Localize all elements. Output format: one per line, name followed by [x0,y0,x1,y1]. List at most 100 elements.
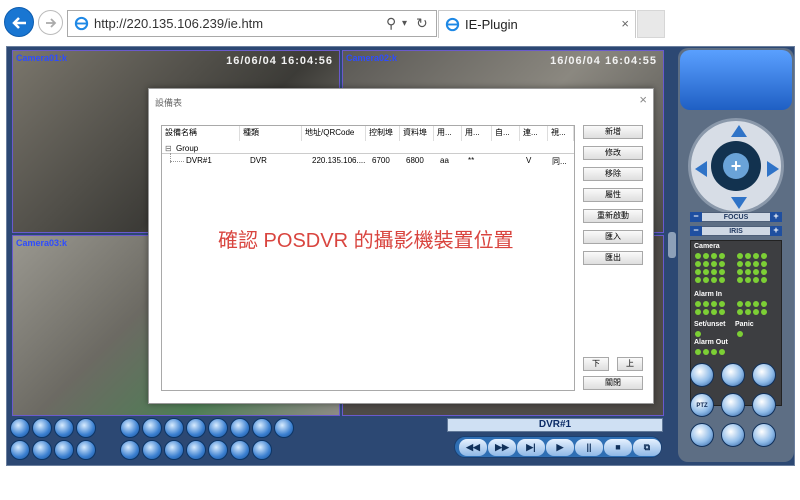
status-led [737,309,743,315]
col-password[interactable]: 用... [462,126,492,141]
status-led [695,349,701,355]
focus-minus-button[interactable]: − [690,212,702,222]
refresh-icon[interactable]: ↻ [416,15,428,32]
mic-button[interactable] [208,418,228,438]
properties-button[interactable]: 屬性 [583,188,643,202]
layout-1-button[interactable] [10,418,30,438]
remote-mode-button[interactable] [752,423,776,447]
device-table[interactable]: 設備名稱 種類 地址/QRCode 控制埠 資料埠 用... 用... 自...… [161,125,575,391]
export-button[interactable]: 匯出 [583,251,643,265]
status-led [761,309,767,315]
add-button[interactable]: 新增 [583,125,643,139]
iris-minus-button[interactable]: − [690,226,702,236]
layout-4-button[interactable] [32,418,52,438]
layout-9-button[interactable] [54,418,74,438]
device-mode-button[interactable] [752,393,776,417]
tab-close-icon[interactable]: × [621,16,629,31]
dialog-close-icon[interactable]: × [639,92,647,107]
config-mode-button[interactable] [752,363,776,387]
tree-group[interactable]: Group [176,144,198,153]
search-mode-button[interactable] [721,363,745,387]
pos-button[interactable] [252,418,272,438]
ptz-left-icon[interactable] [695,161,707,177]
tree-expander-icon[interactable]: ⊟ [165,144,172,153]
col-auto[interactable]: 自... [492,126,520,141]
status-led [703,269,709,275]
col-device-name[interactable]: 設備名稱 [162,126,240,141]
page-2-button[interactable] [32,440,52,460]
col-video[interactable]: 視... [548,126,574,141]
copy-button[interactable]: ⧉ [633,439,661,456]
status-led [745,301,751,307]
status-led [761,261,767,267]
info-button[interactable] [164,440,184,460]
status-led [761,301,767,307]
network-mode-button[interactable] [721,393,745,417]
forward-arrow-icon [46,18,57,28]
new-tab-button[interactable] [637,10,665,38]
move-down-button[interactable]: 下 [583,357,609,371]
alert-button[interactable] [274,418,294,438]
ptz-mode-button[interactable]: PTZ [690,393,714,417]
rewind-button[interactable]: ◀◀ [459,439,487,456]
back-button[interactable] [4,7,34,37]
iris-plus-button[interactable]: + [770,226,782,236]
col-user[interactable]: 用... [434,126,462,141]
address-bar[interactable]: http://220.135.106.239/ie.htm ⚲ ▾ ↻ [67,10,437,37]
control-panel: + − FOCUS + − IRIS + Camera Alarm In Set… [678,48,794,462]
camera-timestamp: 16/06/04 16:04:55 [550,55,657,67]
import-button[interactable]: 匯入 [583,230,643,244]
seq-button[interactable] [120,418,140,438]
col-connect[interactable]: 連... [520,126,548,141]
stop-button[interactable]: ■ [604,439,632,456]
close-app-button[interactable] [252,440,272,460]
status-led [711,349,717,355]
iris-control: − IRIS + [690,226,782,236]
ptz-down-icon[interactable] [731,197,747,209]
col-data-port[interactable]: 資料埠 [400,126,434,141]
settings-button[interactable] [186,440,206,460]
ptz-up-icon[interactable] [731,125,747,137]
zoom-in-icon[interactable]: + [723,153,749,179]
forward-button[interactable] [38,10,63,35]
remove-button[interactable]: 移除 [583,167,643,181]
help-button[interactable] [230,440,250,460]
play-button[interactable]: ▶ [546,439,574,456]
page-1-button[interactable] [10,440,30,460]
close-dialog-button[interactable]: 關閉 [583,376,643,390]
status-led [719,253,725,259]
restart-button[interactable]: 重新啟動 [583,209,643,223]
ptz-joystick[interactable]: + [688,118,784,214]
list-button[interactable] [120,440,140,460]
check-button[interactable] [208,440,228,460]
page-4-button[interactable] [76,440,96,460]
pause-button[interactable]: || [575,439,603,456]
browser-tab[interactable]: IE-Plugin × [438,10,636,38]
search-icon[interactable]: ⚲ [386,15,396,32]
col-address[interactable]: 地址/QRCode [302,126,366,141]
move-up-button[interactable]: 上 [617,357,643,371]
fast-forward-button[interactable]: ▶▶ [488,439,516,456]
url-text[interactable]: http://220.135.106.239/ie.htm [94,16,263,31]
audio-button[interactable] [186,418,206,438]
ptz-right-icon[interactable] [767,161,779,177]
net-button[interactable] [230,418,250,438]
backup-mode-button[interactable] [721,423,745,447]
focus-plus-button[interactable]: + [770,212,782,222]
folder-button[interactable] [142,440,162,460]
record-mode-button[interactable] [690,423,714,447]
panel-collapse-handle[interactable] [668,232,676,258]
dropdown-icon[interactable]: ▾ [402,18,407,29]
record-button[interactable] [164,418,184,438]
layout-16-button[interactable] [76,418,96,438]
camera-label: Camera02:k [346,53,398,63]
modify-button[interactable]: 修改 [583,146,643,160]
col-control-port[interactable]: 控制埠 [366,126,400,141]
snapshot-button[interactable] [142,418,162,438]
page-3-button[interactable] [54,440,74,460]
playback-mode-button[interactable] [690,363,714,387]
step-button[interactable]: ▶| [517,439,545,456]
col-type[interactable]: 種類 [240,126,302,141]
status-led [761,253,767,259]
cell-address: 220.135.106.... [312,156,366,165]
